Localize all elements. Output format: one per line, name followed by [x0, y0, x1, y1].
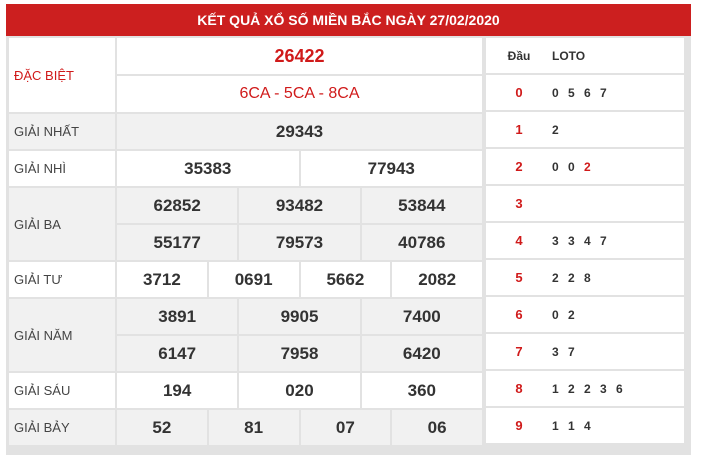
third-number: 93482 — [239, 188, 360, 223]
second-number: 77943 — [300, 151, 482, 186]
prize-label-third: GIẢI BA — [9, 188, 115, 260]
prize-row-first: GIẢI NHẤT 29343 — [9, 114, 482, 149]
third-number: 62852 — [117, 188, 238, 223]
loto-head-digit: 9 — [515, 418, 523, 433]
loto-head-digit: 4 — [515, 233, 523, 248]
third-number: 79573 — [239, 225, 360, 260]
loto-row: 9 1 1 4 — [486, 408, 684, 443]
prize-row-sixth: GIẢI SÁU 194 020 360 — [9, 373, 482, 408]
sixth-number: 194 — [117, 373, 238, 408]
seventh-number: 06 — [392, 410, 482, 445]
special-codes: 6CA - 5CA - 8CA — [117, 76, 482, 112]
sixth-number: 020 — [239, 373, 360, 408]
first-number: 29343 — [117, 114, 482, 149]
prize-label-special: ĐẶC BIỆT — [9, 38, 115, 112]
loto-head-digit: 5 — [515, 270, 523, 285]
fifth-number: 7958 — [239, 336, 360, 371]
prize-row-special: ĐẶC BIỆT 26422 6CA - 5CA - 8CA — [9, 38, 482, 112]
sixth-number: 360 — [361, 373, 482, 408]
loto-tails: 0 2 — [552, 307, 578, 322]
fifth-number: 6147 — [117, 336, 238, 371]
third-number: 53844 — [361, 188, 482, 223]
prize-row-fifth: GIẢI NĂM 3891 9905 7400 6147 7958 6420 — [9, 299, 482, 371]
fourth-number: 0691 — [208, 262, 299, 297]
seventh-number: 52 — [117, 410, 207, 445]
prize-label-fourth: GIẢI TƯ — [9, 262, 115, 297]
loto-head-digit: 1 — [515, 122, 523, 137]
loto-row: 0 0 5 6 7 — [486, 75, 684, 110]
seventh-number: 81 — [208, 410, 299, 445]
prize-label-seventh: GIẢI BẢY — [9, 410, 115, 445]
loto-row: 3 — [486, 186, 684, 221]
loto-tails: 2 — [552, 122, 562, 137]
loto-tails: 1 1 4 — [552, 418, 594, 433]
loto-head-digit: 0 — [515, 85, 523, 100]
fifth-number: 6420 — [361, 336, 482, 371]
prize-row-seventh: GIẢI BẢY 52 81 07 06 — [9, 410, 482, 445]
results-title: KẾT QUẢ XỔ SỐ MIỀN BẮC NGÀY 27/02/2020 — [6, 4, 691, 36]
prize-label-second: GIẢI NHÌ — [9, 151, 115, 186]
fourth-number: 2082 — [392, 262, 482, 297]
loto-row: 6 0 2 — [486, 297, 684, 332]
seventh-number: 07 — [300, 410, 391, 445]
loto-tails: 3 7 — [552, 344, 578, 359]
loto-tails: 3 3 4 7 — [552, 233, 610, 248]
loto-head-digit: 2 — [515, 159, 523, 174]
loto-row: 7 3 7 — [486, 334, 684, 369]
loto-row: 5 2 2 8 — [486, 260, 684, 295]
fifth-number: 7400 — [361, 299, 482, 334]
fifth-number: 3891 — [117, 299, 238, 334]
loto-header-label: LOTO — [552, 48, 586, 63]
loto-tails-wrap: 0 0 2 — [552, 160, 684, 174]
results-panel: KẾT QUẢ XỔ SỐ MIỀN BẮC NGÀY 27/02/2020 Đ… — [6, 4, 691, 455]
prize-row-fourth: GIẢI TƯ 3712 0691 5662 2082 — [9, 262, 482, 297]
prize-label-first: GIẢI NHẤT — [9, 114, 115, 149]
loto-row: 4 3 3 4 7 — [486, 223, 684, 258]
prize-row-third: GIẢI BA 62852 93482 53844 55177 79573 40… — [9, 188, 482, 260]
prize-row-second: GIẢI NHÌ 35383 77943 — [9, 151, 482, 186]
third-number: 55177 — [117, 225, 238, 260]
loto-head-digit: 8 — [515, 381, 523, 396]
loto-head-digit: 6 — [515, 307, 523, 322]
fourth-number: 5662 — [300, 262, 391, 297]
loto-tails: 0 0 — [552, 159, 578, 174]
loto-row: 2 0 0 2 — [486, 149, 684, 184]
third-number: 40786 — [361, 225, 482, 260]
special-number: 26422 — [117, 38, 482, 74]
loto-head-digit: 3 — [515, 196, 523, 211]
loto-head-digit: 7 — [515, 344, 523, 359]
fourth-number: 3712 — [117, 262, 207, 297]
loto-row: 1 2 — [486, 112, 684, 147]
second-number: 35383 — [117, 151, 299, 186]
dau-header: Đầu — [507, 48, 531, 63]
loto-tails: 0 5 6 7 — [552, 85, 610, 100]
loto-tails-highlight: 2 — [584, 159, 594, 174]
loto-header: Đầu LOTO — [486, 38, 684, 73]
loto-row: 8 1 2 2 3 6 — [486, 371, 684, 406]
fifth-number: 9905 — [239, 299, 360, 334]
prize-label-fifth: GIẢI NĂM — [9, 299, 115, 371]
prize-label-sixth: GIẢI SÁU — [9, 373, 115, 408]
loto-tails: 1 2 2 3 6 — [552, 381, 626, 396]
loto-tails: 2 2 8 — [552, 270, 594, 285]
